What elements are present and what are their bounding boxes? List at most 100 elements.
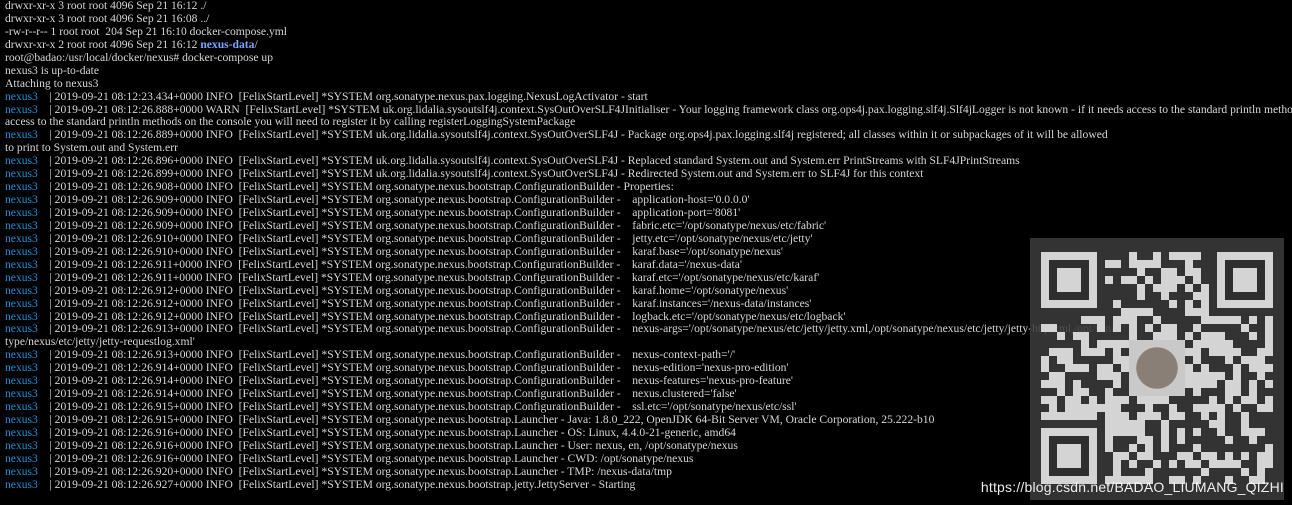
qr-module — [1153, 284, 1161, 292]
qr-module — [1161, 420, 1169, 428]
qr-module — [1113, 260, 1121, 268]
qr-module — [1233, 380, 1241, 388]
qr-module — [1129, 428, 1137, 436]
log-line-text: | 2019-09-21 08:12:26.915+0000 INFO [Fel… — [37, 413, 935, 426]
log-line-text: | 2019-09-21 08:12:26.909+0000 INFO [Fel… — [37, 193, 750, 207]
qr-module — [1137, 452, 1145, 460]
qr-module — [1121, 452, 1129, 460]
qr-module — [1257, 452, 1265, 460]
container-name: nexus3 — [5, 361, 38, 375]
qr-module — [1265, 348, 1273, 356]
qr-module — [1081, 404, 1089, 412]
qr-module — [1145, 308, 1153, 316]
qr-module — [1201, 292, 1209, 300]
qr-module — [1129, 260, 1137, 268]
qr-module — [1193, 404, 1201, 412]
qr-module — [1265, 332, 1273, 340]
container-name: nexus3 — [5, 244, 38, 258]
log-line-text: | 2019-09-21 08:12:26.908+0000 INFO [Fel… — [37, 180, 674, 194]
qr-module — [1193, 276, 1201, 284]
qr-module — [1065, 404, 1073, 412]
qr-module — [1257, 404, 1265, 412]
qr-module — [1201, 372, 1209, 380]
qr-module — [1041, 356, 1049, 364]
log-line-text: | 2019-09-21 08:12:26.899+0000 INFO [Fel… — [37, 167, 924, 181]
qr-module — [1177, 252, 1185, 260]
qr-module — [1217, 428, 1225, 436]
qr-module — [1193, 444, 1201, 452]
qr-module — [1193, 380, 1201, 388]
qr-module — [1113, 412, 1121, 420]
log-line-text: | 2019-09-21 08:12:26.910+0000 INFO [Fel… — [37, 244, 784, 258]
qr-module — [1241, 356, 1249, 364]
qr-module — [1057, 348, 1065, 356]
container-name: nexus3 — [5, 374, 38, 388]
qr-module — [1225, 436, 1233, 444]
qr-module — [1081, 340, 1089, 348]
qr-module — [1209, 348, 1217, 356]
qr-module — [1113, 316, 1121, 324]
qr-module — [1137, 284, 1145, 292]
qr-module — [1249, 396, 1257, 404]
qr-module — [1161, 428, 1169, 436]
qr-module — [1161, 332, 1169, 340]
qr-finder-inner — [1057, 268, 1081, 292]
container-name: nexus3 — [5, 477, 38, 491]
log-line-text: | 2019-09-21 08:12:26.889+0000 INFO [Fel… — [37, 128, 1108, 142]
qr-module — [1161, 268, 1169, 276]
container-name: nexus3 — [5, 425, 38, 439]
qr-module — [1225, 316, 1233, 324]
qr-module — [1225, 340, 1233, 348]
qr-module — [1065, 412, 1073, 420]
qr-module — [1209, 460, 1217, 468]
qr-module — [1121, 308, 1129, 316]
qr-module — [1113, 348, 1121, 356]
log-line-text: | 2019-09-21 08:12:26.912+0000 INFO [Fel… — [37, 296, 812, 310]
qr-module — [1193, 348, 1201, 356]
qr-module — [1201, 300, 1209, 308]
qr-module — [1049, 412, 1057, 420]
qr-module — [1097, 316, 1105, 324]
qr-module — [1153, 460, 1161, 468]
qr-module — [1225, 380, 1233, 388]
qr-module — [1193, 460, 1201, 468]
qr-module — [1241, 396, 1249, 404]
qr-module — [1105, 388, 1113, 396]
qr-module — [1137, 428, 1145, 436]
qr-module — [1121, 356, 1129, 364]
container-name: nexus3 — [5, 400, 38, 414]
qr-module — [1049, 372, 1057, 380]
qr-module — [1185, 300, 1193, 308]
qr-module — [1129, 308, 1137, 316]
qr-module — [1265, 460, 1273, 468]
qr-module — [1057, 388, 1065, 396]
qr-module — [1177, 428, 1185, 436]
qr-module — [1145, 324, 1153, 332]
shell-line-text: Attaching to nexus3 — [5, 76, 99, 90]
qr-module — [1185, 260, 1193, 268]
qr-module — [1257, 468, 1265, 476]
qr-module — [1217, 404, 1225, 412]
qr-module — [1153, 412, 1161, 420]
qr-module — [1169, 268, 1177, 276]
qr-module — [1073, 412, 1081, 420]
qr-module — [1257, 372, 1265, 380]
container-name: nexus3 — [5, 89, 38, 103]
log-line: nexus3 | 2019-09-21 08:12:26.889+0000 IN… — [5, 128, 1292, 142]
container-name: nexus3 — [5, 322, 38, 336]
qr-module — [1265, 324, 1273, 332]
qr-module — [1121, 420, 1129, 428]
qr-module — [1105, 364, 1113, 372]
qr-module — [1193, 268, 1201, 276]
qr-module — [1105, 340, 1113, 348]
qr-module — [1105, 260, 1113, 268]
qr-module — [1161, 284, 1169, 292]
qr-module — [1241, 452, 1249, 460]
qr-module — [1201, 364, 1209, 372]
qr-module — [1209, 404, 1217, 412]
qr-module — [1153, 332, 1161, 340]
qr-module — [1057, 332, 1065, 340]
qr-module — [1265, 340, 1273, 348]
shell-preamble: drwxr-xr-x 3 root root 4096 Sep 21 16:12… — [5, 0, 1292, 91]
container-name: nexus3 — [5, 154, 38, 168]
